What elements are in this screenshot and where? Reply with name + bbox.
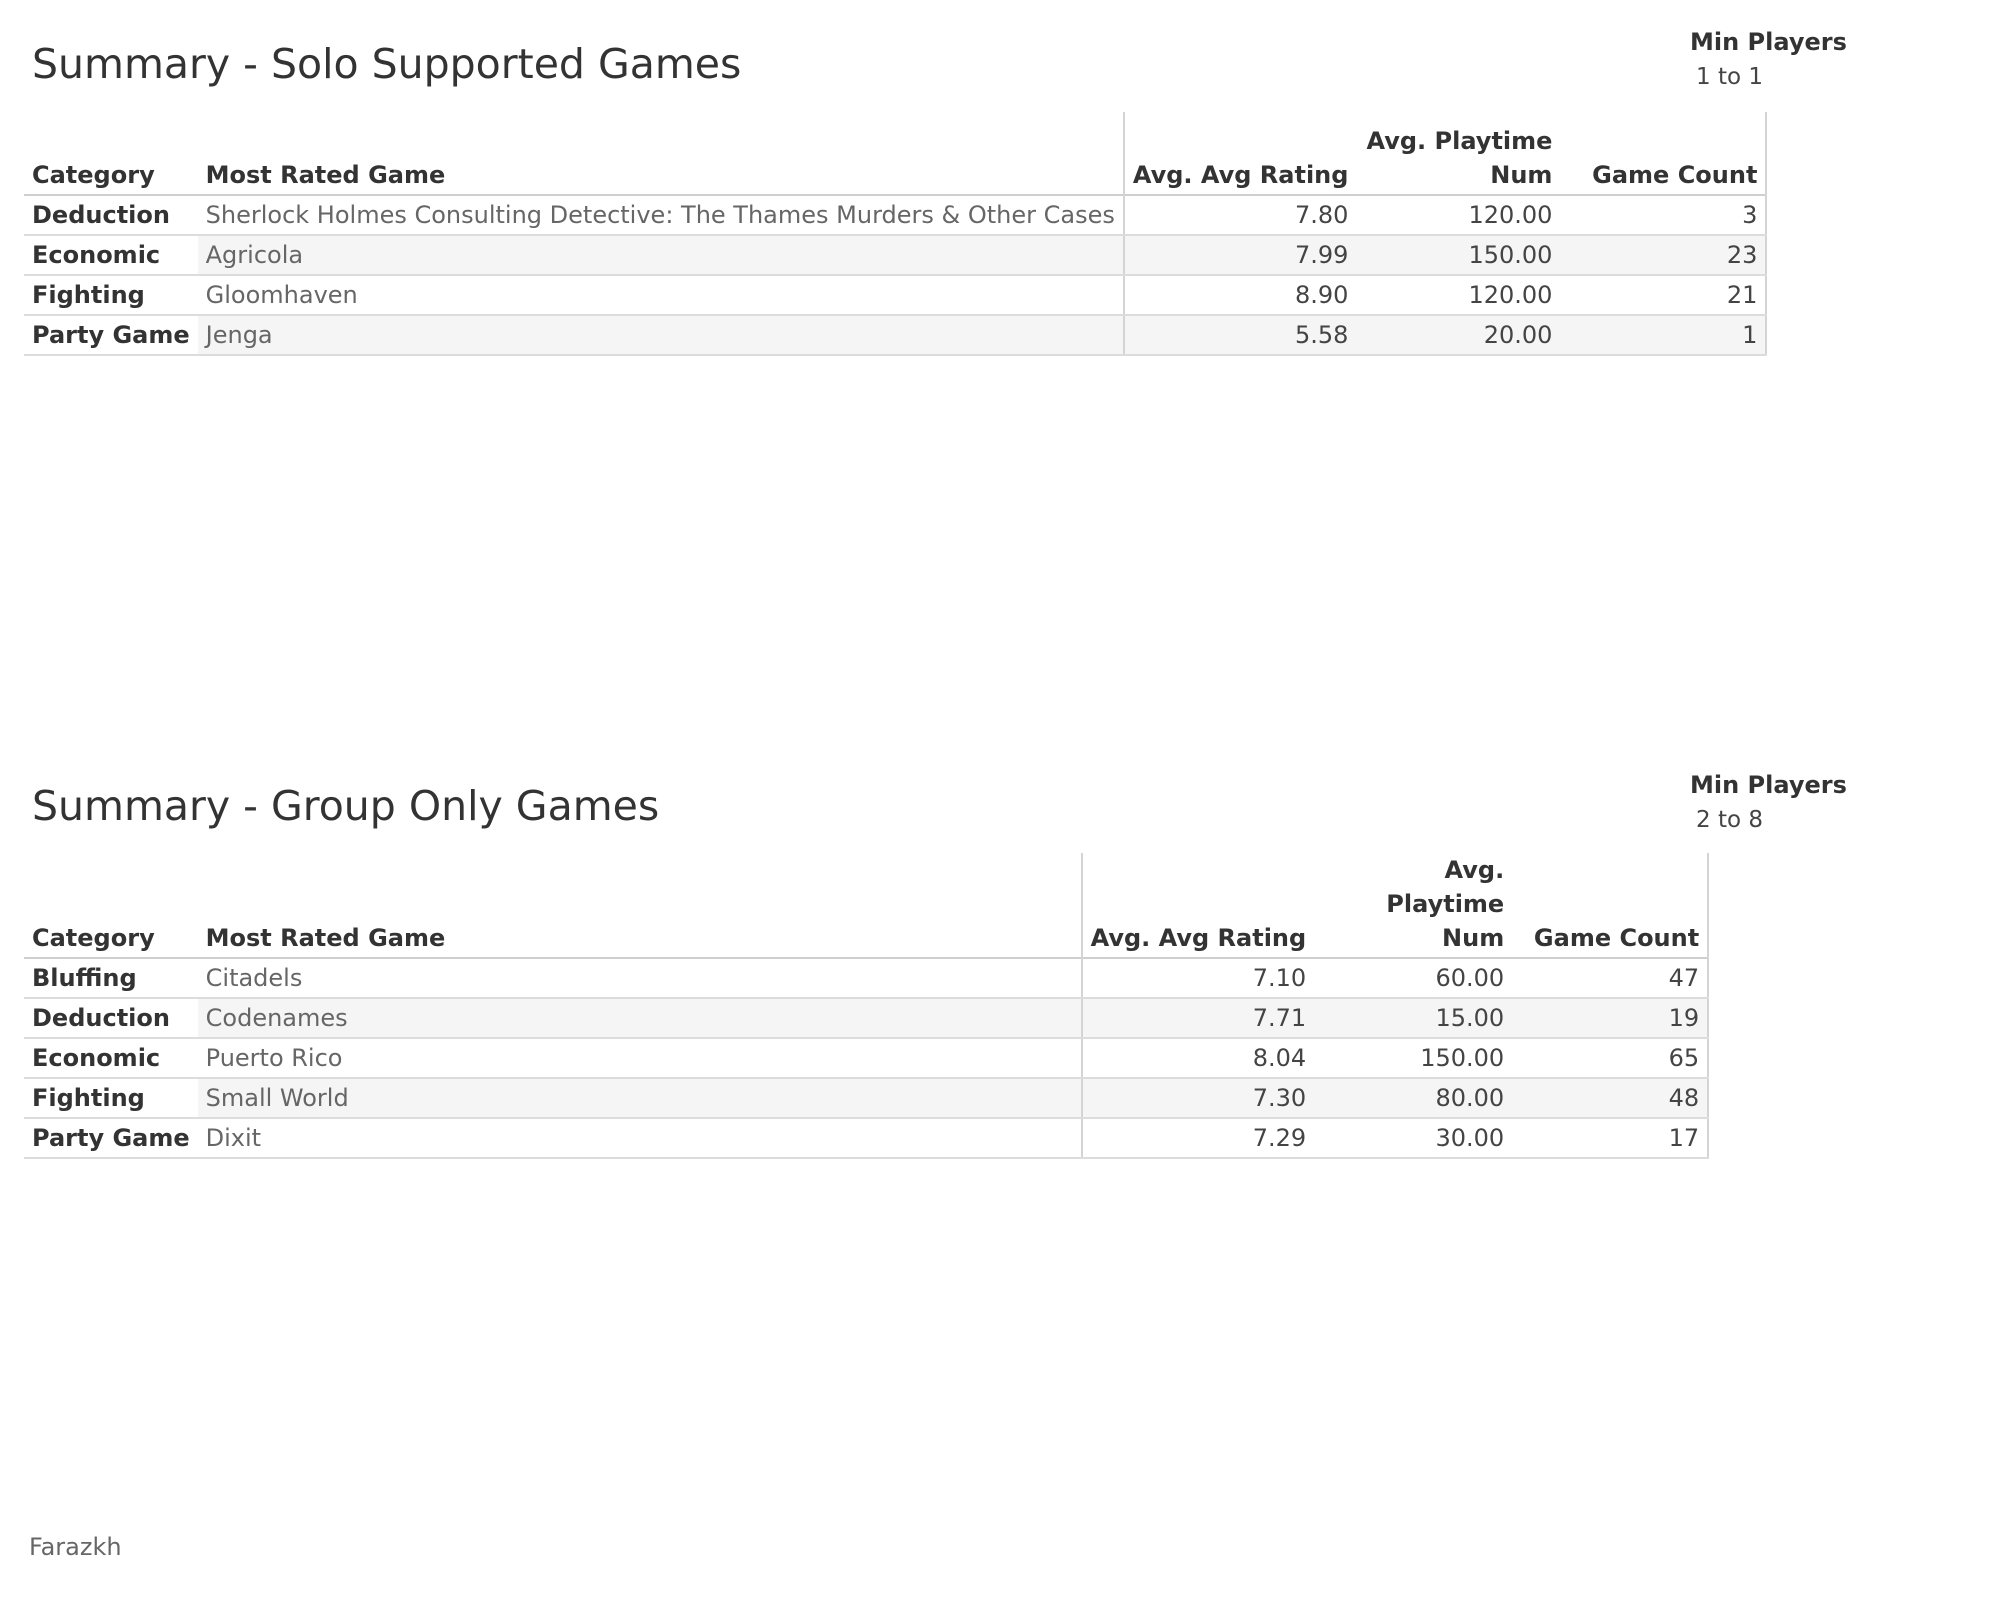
game-count-cell: 47 xyxy=(1512,958,1710,999)
most-rated-game-cell: Jenga xyxy=(197,315,1124,356)
game-count-cell: 23 xyxy=(1560,235,1768,276)
category-cell: Fighting xyxy=(24,1078,198,1119)
most-rated-game-cell: Gloomhaven xyxy=(197,275,1124,316)
table-header-row: Category Most Rated Game Avg. Avg Rating… xyxy=(24,853,1710,958)
category-cell: Party Game xyxy=(24,1118,198,1159)
column-header-category[interactable]: Category xyxy=(24,112,198,195)
table-row[interactable]: Party Game Dixit 7.29 30.00 17 xyxy=(24,1118,1710,1159)
category-cell: Party Game xyxy=(24,315,198,356)
game-count-cell: 48 xyxy=(1512,1078,1710,1119)
avg-rating-cell: 7.80 xyxy=(1122,195,1357,236)
filter-value[interactable]: 1 to 1 xyxy=(1690,64,1847,90)
game-count-cell: 3 xyxy=(1560,195,1768,236)
game-count-cell: 65 xyxy=(1512,1038,1710,1079)
solo-min-players-filter[interactable]: Min Players 1 to 1 xyxy=(1690,28,1847,90)
avg-rating-cell: 7.99 xyxy=(1122,235,1357,276)
filter-label: Min Players xyxy=(1690,28,1847,56)
most-rated-game-cell: Puerto Rico xyxy=(197,1038,1082,1079)
column-header-avg-playtime[interactable]: Avg. Playtime Num xyxy=(1356,112,1560,195)
avg-rating-cell: 7.10 xyxy=(1080,958,1315,999)
avg-rating-cell: 8.90 xyxy=(1122,275,1357,316)
category-cell: Economic xyxy=(24,235,198,276)
table-row[interactable]: Economic Agricola 7.99 150.00 23 xyxy=(24,235,1768,276)
filter-value[interactable]: 2 to 8 xyxy=(1690,807,1847,833)
table-row[interactable]: Deduction Codenames 7.71 15.00 19 xyxy=(24,998,1710,1039)
column-header-avg-rating[interactable]: Avg. Avg Rating xyxy=(1080,853,1315,958)
avg-rating-cell: 7.29 xyxy=(1080,1118,1315,1159)
most-rated-game-cell: Small World xyxy=(197,1078,1082,1119)
filter-label: Min Players xyxy=(1690,771,1847,799)
avg-playtime-cell: 120.00 xyxy=(1356,275,1561,316)
column-header-game-count[interactable]: Game Count xyxy=(1560,112,1768,195)
solo-summary-table: Category Most Rated Game Avg. Avg Rating… xyxy=(24,112,1768,356)
group-summary-table: Category Most Rated Game Avg. Avg Rating… xyxy=(24,853,1710,1159)
table-header-row: Category Most Rated Game Avg. Avg Rating… xyxy=(24,112,1768,195)
category-cell: Deduction xyxy=(24,998,198,1039)
avg-rating-cell: 8.04 xyxy=(1080,1038,1315,1079)
column-header-avg-playtime[interactable]: Avg. Playtime Num xyxy=(1314,853,1512,958)
avg-playtime-cell: 80.00 xyxy=(1314,1078,1513,1119)
table-row[interactable]: Fighting Small World 7.30 80.00 48 xyxy=(24,1078,1710,1119)
category-cell: Fighting xyxy=(24,275,198,316)
table-row[interactable]: Economic Puerto Rico 8.04 150.00 65 xyxy=(24,1038,1710,1079)
avg-rating-cell: 7.71 xyxy=(1080,998,1315,1039)
column-header-most-rated-game[interactable]: Most Rated Game xyxy=(198,112,1124,195)
column-header-category[interactable]: Category xyxy=(24,853,198,958)
table-row[interactable]: Party Game Jenga 5.58 20.00 1 xyxy=(24,315,1768,356)
category-cell: Economic xyxy=(24,1038,198,1079)
avg-playtime-cell: 30.00 xyxy=(1314,1118,1513,1159)
avg-rating-cell: 5.58 xyxy=(1122,315,1357,356)
avg-playtime-cell: 150.00 xyxy=(1314,1038,1513,1079)
column-header-most-rated-game[interactable]: Most Rated Game xyxy=(198,853,1082,958)
game-count-cell: 1 xyxy=(1560,315,1768,356)
table-row[interactable]: Fighting Gloomhaven 8.90 120.00 21 xyxy=(24,275,1768,316)
avg-playtime-cell: 120.00 xyxy=(1356,195,1561,236)
category-cell: Bluffing xyxy=(24,958,198,999)
most-rated-game-cell: Dixit xyxy=(197,1118,1082,1159)
avg-playtime-cell: 20.00 xyxy=(1356,315,1561,356)
table-row[interactable]: Bluffing Citadels 7.10 60.00 47 xyxy=(24,958,1710,999)
author-credit: Farazkh xyxy=(29,1533,122,1561)
group-summary-title: Summary - Group Only Games xyxy=(32,782,660,830)
column-header-avg-rating[interactable]: Avg. Avg Rating xyxy=(1122,112,1357,195)
category-cell: Deduction xyxy=(24,195,198,236)
game-count-cell: 17 xyxy=(1512,1118,1710,1159)
most-rated-game-cell: Agricola xyxy=(197,235,1124,276)
solo-summary-title: Summary - Solo Supported Games xyxy=(32,40,742,88)
game-count-cell: 21 xyxy=(1560,275,1768,316)
avg-playtime-cell: 15.00 xyxy=(1314,998,1513,1039)
column-header-game-count[interactable]: Game Count xyxy=(1512,853,1710,958)
most-rated-game-cell: Sherlock Holmes Consulting Detective: Th… xyxy=(197,195,1124,236)
avg-rating-cell: 7.30 xyxy=(1080,1078,1315,1119)
avg-playtime-cell: 150.00 xyxy=(1356,235,1561,276)
game-count-cell: 19 xyxy=(1512,998,1710,1039)
most-rated-game-cell: Citadels xyxy=(197,958,1082,999)
table-row[interactable]: Deduction Sherlock Holmes Consulting Dete… xyxy=(24,195,1768,236)
most-rated-game-cell: Codenames xyxy=(197,998,1082,1039)
group-min-players-filter[interactable]: Min Players 2 to 8 xyxy=(1690,771,1847,833)
avg-playtime-cell: 60.00 xyxy=(1314,958,1513,999)
